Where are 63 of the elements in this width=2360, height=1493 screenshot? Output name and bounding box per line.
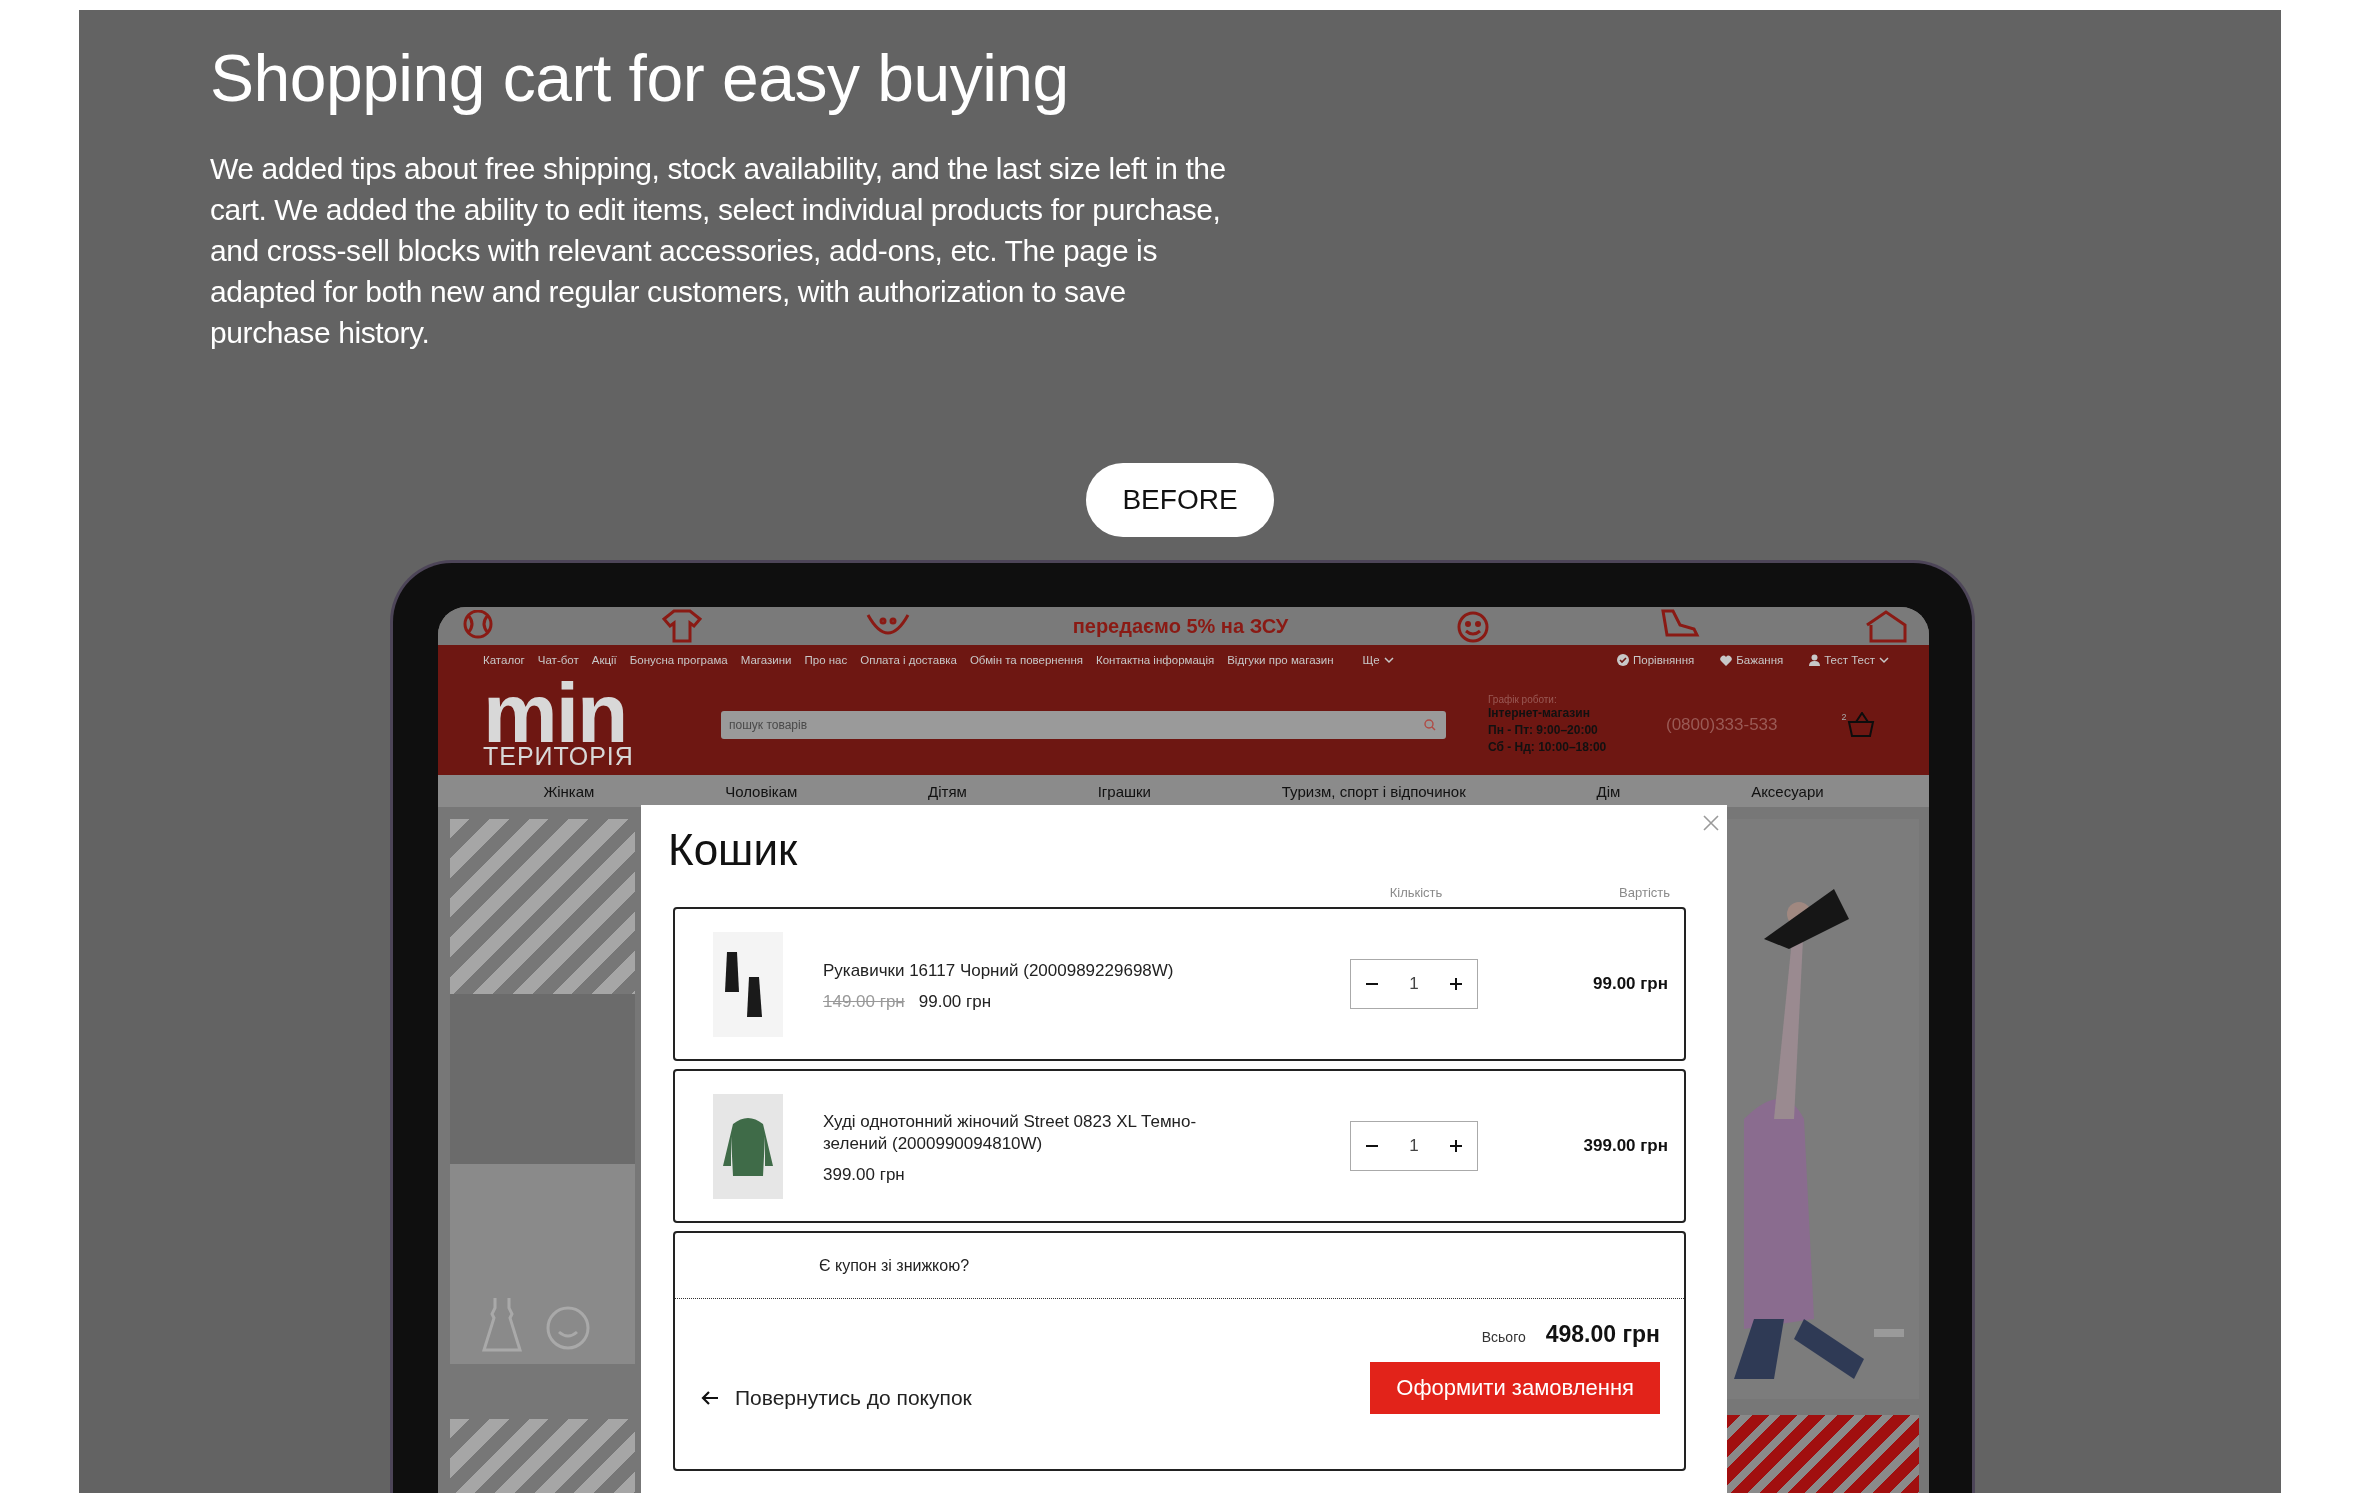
- nav-link[interactable]: Бонусна програма: [629, 654, 728, 666]
- arrow-left-icon: [701, 1391, 719, 1405]
- heading: Shopping cart for easy buying: [210, 40, 1070, 117]
- nav-link[interactable]: Каталог: [483, 654, 525, 666]
- category-link[interactable]: Дітям: [928, 782, 967, 800]
- close-button[interactable]: [1703, 815, 1719, 831]
- chevron-icon: [1383, 656, 1394, 664]
- cart-title: Кошик: [668, 824, 799, 876]
- user-icon: [1809, 654, 1821, 666]
- coupon-link[interactable]: Є купон зі знижкою?: [819, 1256, 970, 1275]
- dress-icon: [480, 1296, 524, 1352]
- unit-price: 399.00 грн: [823, 1165, 905, 1185]
- product-name[interactable]: Рукавички 16117 Чорний (2000989229698W): [823, 960, 1253, 982]
- nav-link[interactable]: Акції: [591, 654, 617, 666]
- category-link[interactable]: Дім: [1596, 782, 1621, 800]
- quantity-stepper[interactable]: 1: [1350, 959, 1478, 1009]
- shirt-icon: [659, 609, 704, 643]
- nav-link[interactable]: Про нас: [804, 654, 848, 666]
- unit-price: 99.00 грн: [918, 992, 992, 1012]
- plus-icon[interactable]: [1449, 1139, 1463, 1153]
- account-link[interactable]: Порівняння: [1617, 654, 1695, 666]
- more-menu[interactable]: Ще: [1362, 654, 1394, 666]
- nav-link[interactable]: Обмін та повернення: [969, 654, 1083, 666]
- check-icon: [1617, 654, 1629, 666]
- total-label: Всього: [1481, 1329, 1526, 1345]
- smiley-icon: [544, 1304, 592, 1352]
- product-name[interactable]: Худі однотонний жіночий Street 0823 XL Темно-зелений (2000990094810W): [823, 1111, 1253, 1155]
- back-link[interactable]: Повернутись до покупок: [701, 1386, 972, 1410]
- category-link[interactable]: Іграшки: [1097, 782, 1151, 800]
- cart-count: 2: [1841, 712, 1847, 722]
- checkout-button[interactable]: Оформити замовлення: [1370, 1362, 1660, 1414]
- category-link[interactable]: Жінкам: [543, 782, 595, 800]
- line-total: 99.00 грн: [1592, 974, 1668, 994]
- nav-link[interactable]: Контактна інформація: [1096, 654, 1215, 666]
- category-link[interactable]: Туризм, спорт і відпочинок: [1281, 782, 1466, 800]
- schedule-line: Пн - Пт: 9:00–20:00: [1488, 722, 1599, 739]
- nav-link[interactable]: Магазини: [740, 654, 792, 666]
- quantity-value: 1: [1409, 1136, 1419, 1156]
- nav-link[interactable]: Оплата і доставка: [860, 654, 957, 666]
- old-price: 149.00 грн: [823, 992, 905, 1012]
- schedule-line: Інтернет-магазин: [1488, 705, 1591, 722]
- plus-icon[interactable]: [1449, 977, 1463, 991]
- nav-link[interactable]: Відгуки про магазин: [1227, 654, 1334, 666]
- chevron-icon: [1879, 656, 1889, 664]
- before-badge: BEFORE: [1086, 463, 1274, 537]
- total-amount: 498.00 грн: [1545, 1321, 1660, 1348]
- heart-icon: [1720, 654, 1733, 666]
- account-link[interactable]: Бажання: [1720, 654, 1784, 666]
- schedule-line: Сб - Нд: 10:00–18:00: [1488, 739, 1608, 756]
- nav-link[interactable]: Чат-бот: [537, 654, 579, 666]
- schedule-title: Графік роботи:: [1488, 694, 1558, 705]
- category-link[interactable]: Аксесуари: [1751, 782, 1824, 800]
- line-total: 399.00 грн: [1582, 1136, 1668, 1156]
- column-header: Кількість: [1388, 884, 1444, 900]
- close-icon: [1703, 815, 1719, 831]
- promo-text: передаємо 5% на ЗСУ: [1072, 614, 1289, 638]
- description: We added tips about free shipping, stock availability, and the last size left in the cart. We added the ability to edit items, select individual products for purchase, and cross-sell blocks with relevant accessories, add-ons, etc. The page is adapted for both new and regular customers, with authorization to save purchase history.: [210, 151, 1227, 351]
- search-field[interactable]: пошук товарів: [721, 711, 1446, 739]
- column-header: Вартість: [1618, 884, 1670, 900]
- quantity-stepper[interactable]: 1: [1350, 1121, 1478, 1171]
- account-link[interactable]: Тест Тест: [1809, 654, 1889, 666]
- quantity-value: 1: [1409, 974, 1419, 994]
- category-link[interactable]: Чоловікам: [725, 782, 798, 800]
